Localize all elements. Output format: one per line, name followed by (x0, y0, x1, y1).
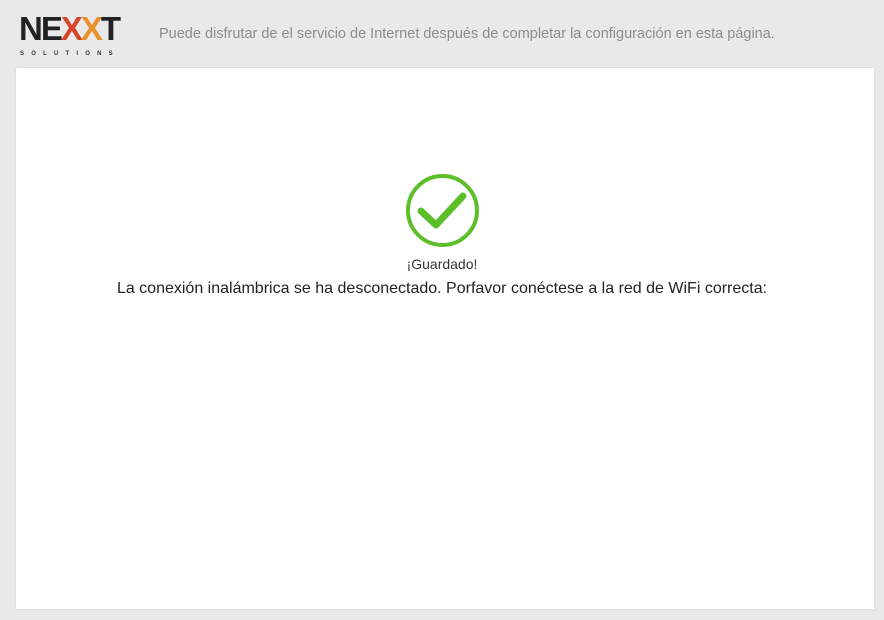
header-bar: NEXXT SOLUTIONS Puede disfrutar de el se… (0, 0, 884, 68)
checkmark-circle-icon (406, 174, 479, 247)
logo-subtitle: SOLUTIONS (20, 51, 120, 57)
saved-status-text: ¡Guardado! (406, 256, 478, 272)
nexxt-logo: NEXXT SOLUTIONS (19, 9, 134, 61)
logo-wordmark: NEXXT (19, 10, 121, 47)
wifi-disconnected-message: La conexión inalámbrica se ha desconecta… (116, 280, 768, 297)
header-tagline: Puede disfrutar de el servicio de Intern… (159, 26, 775, 42)
main-panel (16, 68, 874, 609)
